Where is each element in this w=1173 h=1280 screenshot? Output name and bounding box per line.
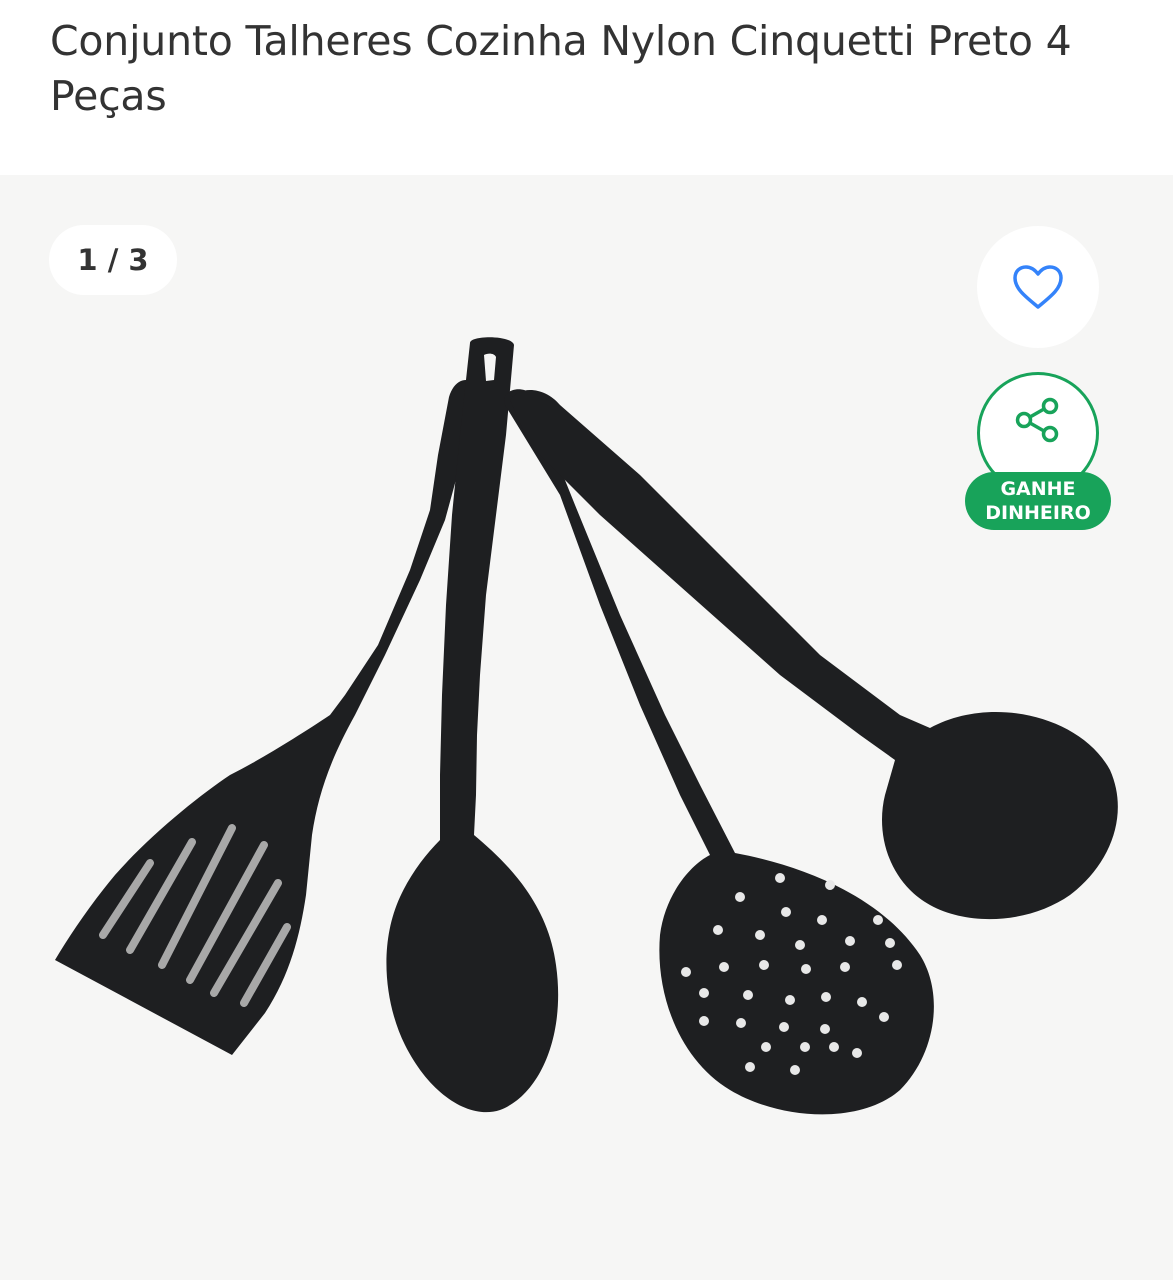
badge-line-1: GANHE (1000, 478, 1076, 500)
badge-line-2: DINHEIRO (985, 502, 1091, 524)
favorite-button[interactable] (977, 226, 1099, 348)
product-gallery[interactable]: 1 / 3 GANHE DINHEIRO (0, 175, 1173, 1280)
share-earn-button[interactable]: GANHE DINHEIRO (963, 372, 1113, 532)
image-counter: 1 / 3 (49, 225, 177, 295)
skimmer (504, 389, 934, 1115)
product-image[interactable] (0, 175, 1173, 1280)
earn-money-badge: GANHE DINHEIRO (965, 472, 1111, 530)
heart-icon (1013, 265, 1063, 309)
spoon (386, 337, 559, 1113)
product-title: Conjunto Talheres Cozinha Nylon Cinquett… (50, 17, 1072, 120)
share-icon (1015, 397, 1059, 443)
